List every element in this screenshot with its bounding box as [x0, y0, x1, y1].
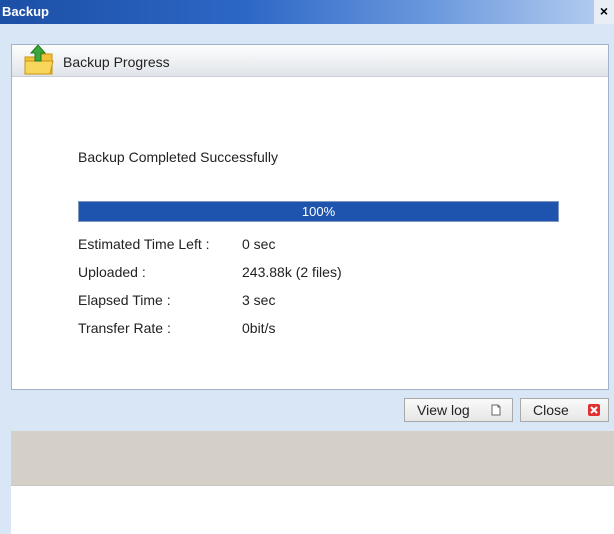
bottom-strip: [11, 485, 614, 534]
panel-header: Backup Progress: [12, 44, 608, 77]
stat-value-transfer-rate: 0bit/s: [242, 320, 276, 336]
stat-value-uploaded: 243.88k (2 files): [242, 264, 342, 280]
stat-label-transfer-rate: Transfer Rate :: [78, 320, 171, 336]
close-button[interactable]: Close: [520, 398, 609, 422]
view-log-button[interactable]: View log: [404, 398, 513, 422]
stat-label-uploaded: Uploaded :: [78, 264, 146, 280]
stat-value-time-left: 0 sec: [242, 236, 276, 252]
window-close-button[interactable]: ×: [594, 0, 614, 24]
panel-title: Backup Progress: [63, 54, 170, 70]
folder-upload-icon: [24, 44, 54, 75]
close-label: Close: [533, 402, 569, 418]
stat-label-time-left: Estimated Time Left :: [78, 236, 210, 252]
backup-progress-panel: Backup Progress Backup Completed Success…: [11, 44, 609, 390]
window-title: Backup: [2, 4, 49, 19]
stat-value-elapsed: 3 sec: [242, 292, 276, 308]
close-x-icon: [588, 404, 600, 416]
window-titlebar: Backup ×: [0, 0, 614, 24]
view-log-label: View log: [417, 402, 470, 418]
stat-label-elapsed: Elapsed Time :: [78, 292, 171, 308]
progress-label: 100%: [301, 204, 336, 219]
empty-area: [11, 431, 614, 485]
status-message: Backup Completed Successfully: [78, 149, 278, 165]
progress-bar: 100%: [78, 201, 559, 222]
document-icon: [491, 404, 501, 416]
